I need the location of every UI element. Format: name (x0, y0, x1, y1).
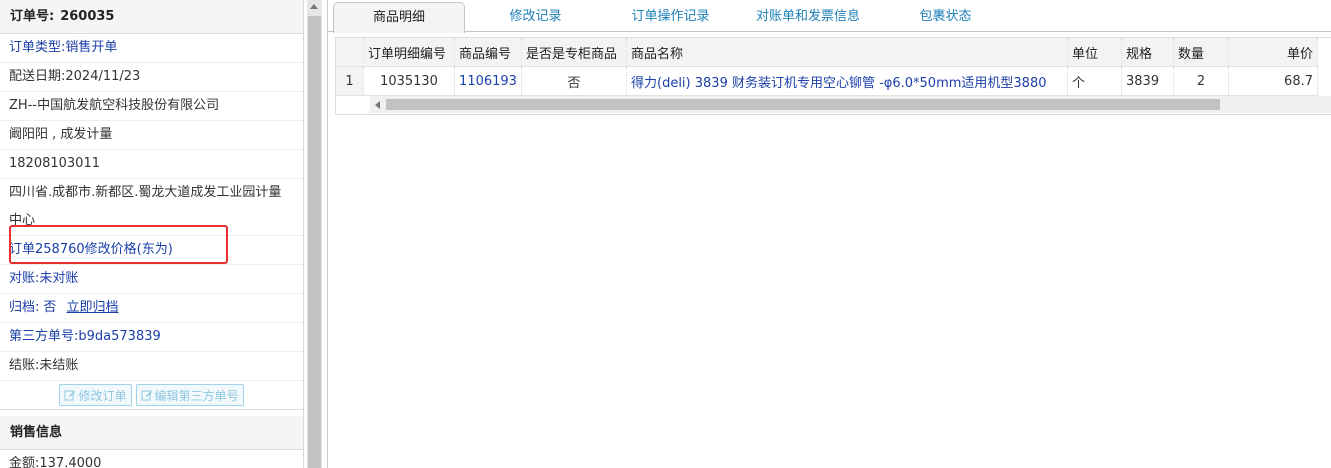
delivery-date-value: 2024/11/23 (65, 69, 141, 84)
table-header-row: 订单明细编号 商品编号 是否是专柜商品 商品名称 单位 规格 数量 单价 (336, 38, 1318, 67)
delivery-date-label: 配送日期: (9, 69, 66, 84)
row-number-header (336, 38, 364, 67)
amount-value: 137.4000 (39, 456, 102, 468)
column-header[interactable]: 订单明细编号 (363, 38, 455, 67)
column-header[interactable]: 单价 (1228, 38, 1318, 67)
detail-id-cell: 1035130 (363, 66, 455, 96)
grid-horizontal-scrollbar[interactable] (370, 96, 1331, 113)
product-grid: 订单明细编号 商品编号 是否是专柜商品 商品名称 单位 规格 数量 单价 1 1… (335, 37, 1331, 115)
tab-statement-invoice[interactable]: 对账单和发票信息 (743, 2, 873, 31)
archive-value: 否 (43, 300, 57, 315)
edit-icon (64, 390, 76, 401)
third-party-row: 第三方单号:b9da573839 (0, 323, 303, 352)
edit-order-button[interactable]: 修改订单 (59, 384, 132, 406)
third-party-value: b9da573839 (78, 329, 161, 344)
company-row: ZH--中国航发航空科技股份有限公司 (0, 92, 303, 121)
order-number-value: 260035 (60, 9, 115, 24)
edit-order-label: 修改订单 (78, 388, 127, 403)
archive-label: 归档: (9, 300, 40, 315)
amount-row: 金额:137.4000 (0, 450, 303, 468)
product-name-link[interactable]: 得力(deli) 3839 财务装订机专用空心铆管 -φ6.0*50mm适用机型… (626, 66, 1068, 96)
unit-cell: 个 (1067, 66, 1122, 96)
contact-row: 阚阳阳 , 成发计量 (0, 121, 303, 150)
settlement-value: 未结账 (39, 358, 79, 373)
order-number-label: 订单号: (10, 9, 55, 24)
settlement-row: 结账:未结账 (0, 352, 303, 381)
column-header[interactable]: 商品名称 (626, 38, 1068, 67)
price-cell: 68.7 (1228, 66, 1318, 96)
order-type-row: 订单类型:销售开单 (0, 34, 303, 63)
tab-modify-records[interactable]: 修改记录 (478, 2, 593, 31)
horizontal-scrollbar-thumb[interactable] (386, 99, 1220, 110)
delivery-date-row: 配送日期:2024/11/23 (0, 63, 303, 92)
third-party-label: 第三方单号: (9, 329, 79, 344)
is-counter-cell: 否 (521, 66, 627, 96)
order-actions: 修改订单 编辑第三方单号 (0, 381, 303, 410)
product-table: 订单明细编号 商品编号 是否是专柜商品 商品名称 单位 规格 数量 单价 1 1… (336, 38, 1318, 96)
edit-icon (141, 390, 152, 401)
highlight-annotation (9, 225, 228, 264)
row-number: 1 (336, 66, 364, 96)
order-type-label: 订单类型: (9, 40, 66, 55)
archive-now-link[interactable]: 立即归档 (67, 300, 119, 315)
qty-cell: 2 (1173, 66, 1229, 96)
reconciliation-value: 未对账 (39, 271, 79, 286)
tab-product-details[interactable]: 商品明细 (333, 2, 465, 33)
reconciliation-label: 对账: (9, 271, 40, 286)
column-header[interactable]: 单位 (1067, 38, 1122, 67)
scroll-left-arrow-icon[interactable] (375, 101, 380, 109)
phone-row: 18208103011 (0, 150, 303, 179)
spec-cell: 3839 (1121, 66, 1174, 96)
tab-order-operations[interactable]: 订单操作记录 (613, 2, 728, 31)
archive-row: 归档: 否 立即归档 (0, 294, 303, 323)
reconciliation-row: 对账:未对账 (0, 265, 303, 294)
detail-tabs: 商品明细 修改记录 订单操作记录 对账单和发票信息 包裹状态 (328, 0, 1331, 33)
column-header[interactable]: 数量 (1173, 38, 1229, 67)
settlement-label: 结账: (9, 358, 40, 373)
table-row[interactable]: 1 1035130 1106193 否 得力(deli) 3839 财务装订机专… (336, 66, 1318, 96)
product-id-link[interactable]: 1106193 (454, 66, 522, 96)
scrollbar-thumb[interactable] (308, 16, 321, 468)
column-header[interactable]: 商品编号 (454, 38, 522, 67)
column-header[interactable]: 是否是专柜商品 (521, 38, 627, 67)
scroll-up-arrow-icon[interactable] (310, 4, 318, 9)
tab-package-status[interactable]: 包裹状态 (898, 2, 993, 31)
amount-label: 金额: (9, 456, 40, 468)
detail-panel: 商品明细 修改记录 订单操作记录 对账单和发票信息 包裹状态 订单明细编号 商品… (327, 0, 1331, 468)
edit-third-party-label: 编辑第三方单号 (154, 388, 239, 403)
order-number-header: 订单号: 260035 (0, 0, 303, 34)
left-panel-scrollbar[interactable] (304, 0, 326, 468)
order-type-value: 销售开单 (65, 40, 118, 55)
edit-third-party-button[interactable]: 编辑第三方单号 (135, 384, 244, 406)
column-header[interactable]: 规格 (1121, 38, 1174, 67)
sales-info-header: 销售信息 (0, 416, 303, 450)
